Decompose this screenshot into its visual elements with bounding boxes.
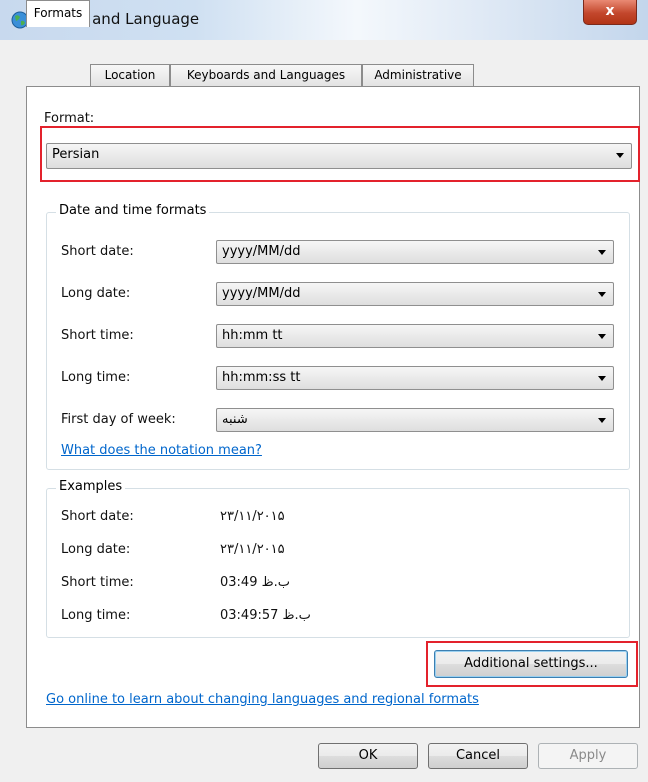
tab-location[interactable]: Location bbox=[90, 64, 170, 86]
long-time-value: hh:mm:ss tt bbox=[222, 370, 301, 385]
examples-title: Examples bbox=[56, 479, 126, 494]
tab-location-label: Location bbox=[104, 68, 156, 82]
format-label: Format: bbox=[44, 111, 95, 126]
first-day-value: شنبه bbox=[222, 412, 248, 427]
format-highlight-box bbox=[40, 126, 640, 182]
long-date-select[interactable]: yyyy/MM/dd bbox=[216, 282, 614, 306]
additional-settings-highlight-box bbox=[426, 641, 638, 687]
online-help-link[interactable]: Go online to learn about changing langua… bbox=[46, 692, 479, 707]
short-date-value: yyyy/MM/dd bbox=[222, 244, 301, 259]
long-time-label: Long time: bbox=[61, 370, 131, 385]
cancel-button[interactable]: Cancel bbox=[428, 743, 528, 769]
short-time-label: Short time: bbox=[61, 328, 134, 343]
tab-administrative[interactable]: Administrative bbox=[362, 64, 474, 86]
notation-help-link[interactable]: What does the notation mean? bbox=[61, 443, 262, 458]
chevron-down-icon bbox=[598, 292, 606, 297]
close-button[interactable]: x bbox=[583, 0, 637, 25]
apply-button[interactable]: Apply bbox=[538, 743, 638, 769]
chevron-down-icon bbox=[598, 334, 606, 339]
date-time-formats-title: Date and time formats bbox=[56, 203, 210, 218]
first-day-of-week-select[interactable]: شنبه bbox=[216, 408, 614, 432]
tab-keyboards-label: Keyboards and Languages bbox=[186, 68, 346, 82]
short-date-label: Short date: bbox=[61, 244, 134, 259]
example-short-time-value: 03:49 ب.ظ bbox=[220, 575, 291, 590]
chevron-down-icon bbox=[598, 376, 606, 381]
tab-formats-label: Formats bbox=[33, 6, 83, 20]
first-day-of-week-label: First day of week: bbox=[61, 412, 176, 427]
long-date-label: Long date: bbox=[61, 286, 131, 301]
example-long-time-label: Long time: bbox=[61, 608, 131, 623]
region-language-dialog: Region and Language x Formats Location K… bbox=[0, 0, 648, 782]
tab-keyboards-languages[interactable]: Keyboards and Languages bbox=[170, 64, 362, 86]
tab-administrative-label: Administrative bbox=[374, 68, 462, 82]
example-long-time-value: 03:49:57 ب.ظ bbox=[220, 608, 311, 623]
example-long-date-value: ۲۳/۱۱/۲۰۱۵ bbox=[220, 542, 285, 557]
chevron-down-icon bbox=[598, 418, 606, 423]
title-bar[interactable]: Region and Language x bbox=[0, 0, 648, 40]
short-date-select[interactable]: yyyy/MM/dd bbox=[216, 240, 614, 264]
example-long-date-label: Long date: bbox=[61, 542, 131, 557]
example-short-date-value: ۲۳/۱۱/۲۰۱۵ bbox=[220, 509, 285, 524]
long-time-select[interactable]: hh:mm:ss tt bbox=[216, 366, 614, 390]
short-time-select[interactable]: hh:mm tt bbox=[216, 324, 614, 348]
close-icon: x bbox=[605, 3, 615, 19]
long-date-value: yyyy/MM/dd bbox=[222, 286, 301, 301]
chevron-down-icon bbox=[598, 250, 606, 255]
ok-button[interactable]: OK bbox=[318, 743, 418, 769]
example-short-date-label: Short date: bbox=[61, 509, 134, 524]
tab-formats[interactable]: Formats bbox=[26, 0, 90, 27]
example-short-time-label: Short time: bbox=[61, 575, 134, 590]
short-time-value: hh:mm tt bbox=[222, 328, 283, 343]
